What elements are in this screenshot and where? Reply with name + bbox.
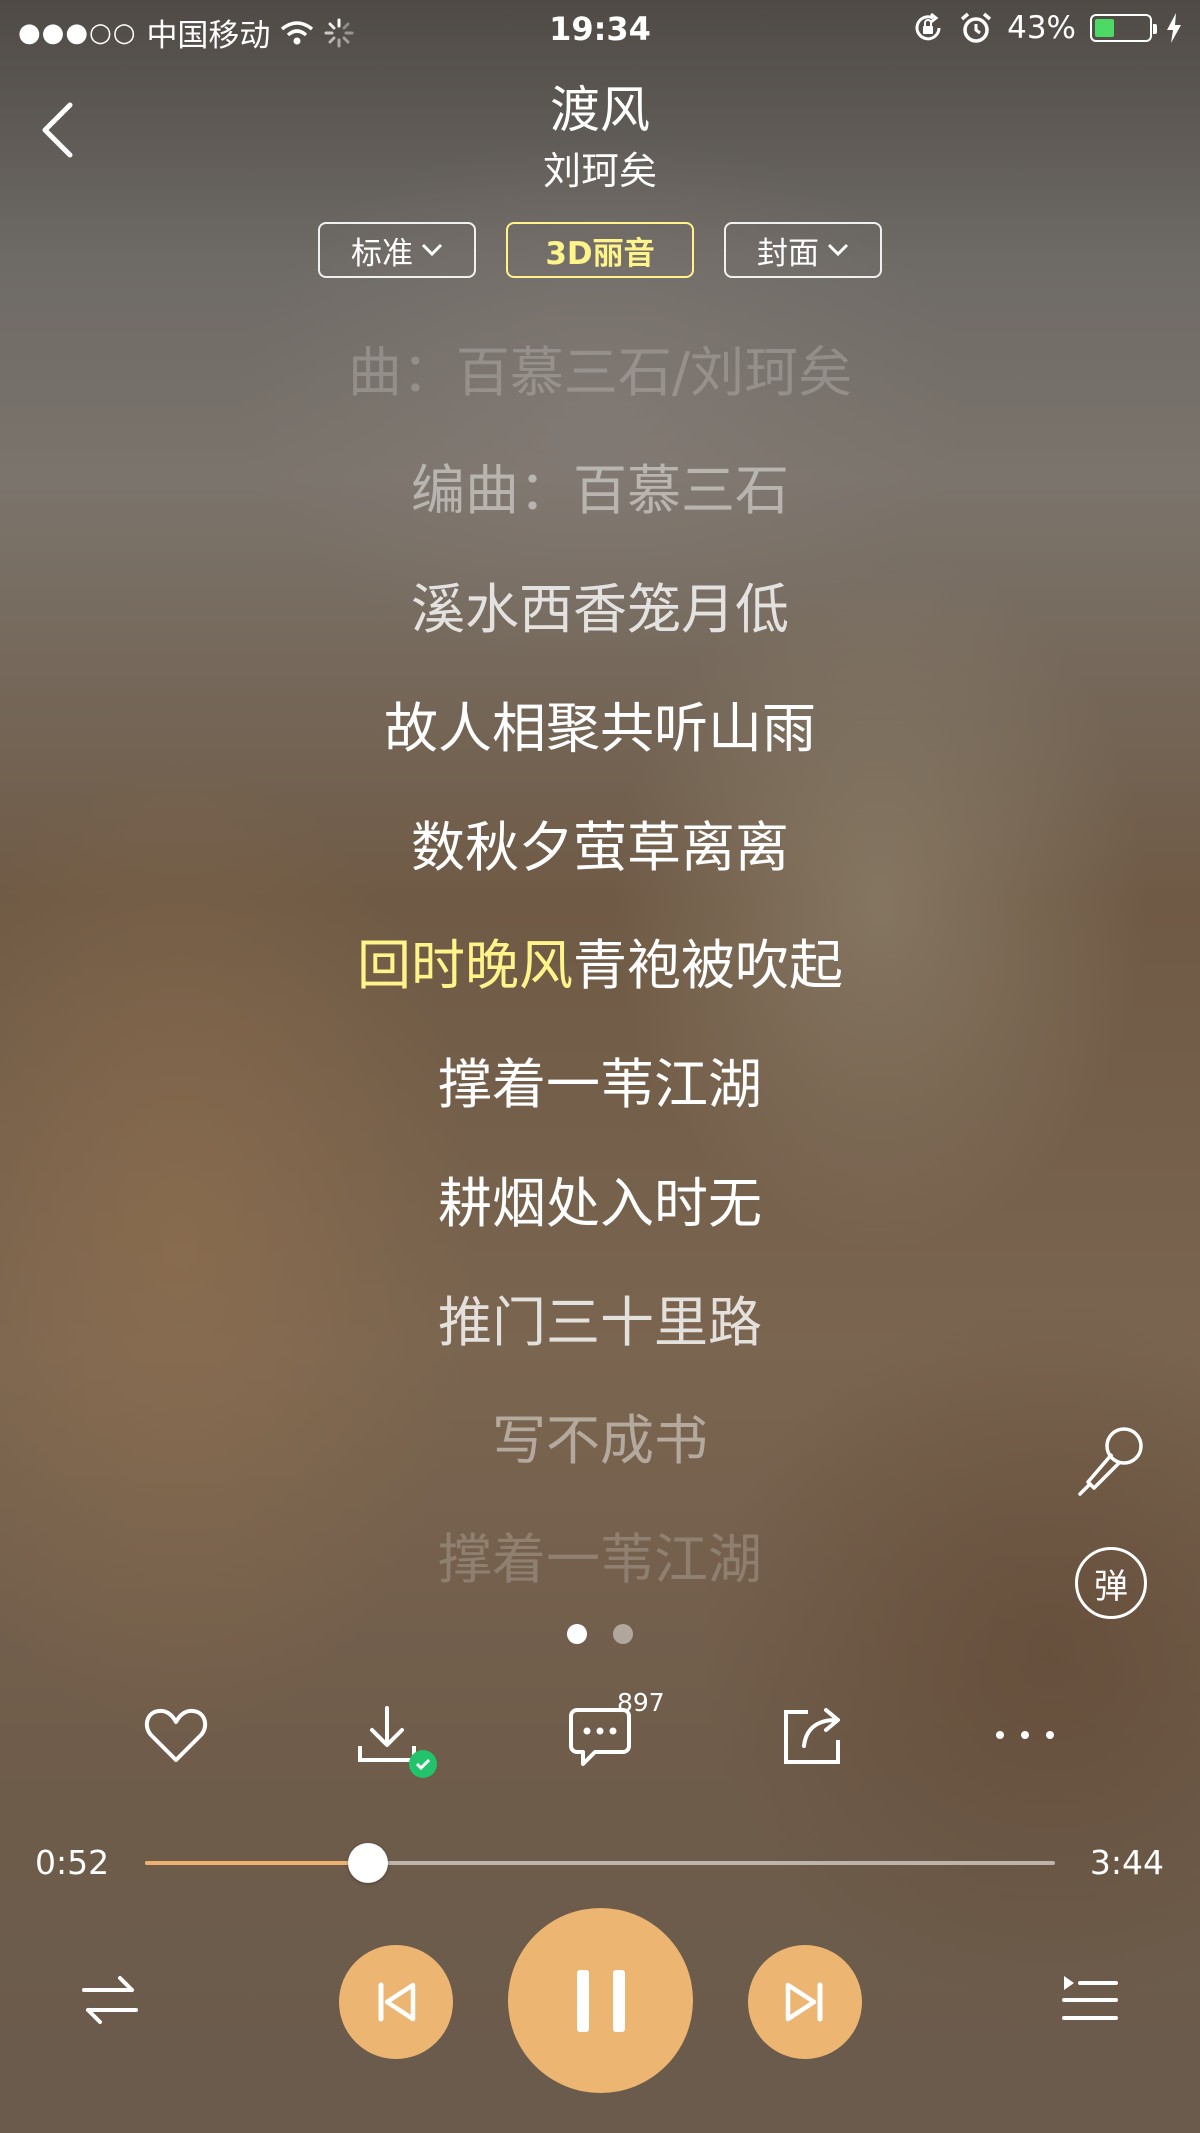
progress-bar[interactable] — [145, 1843, 1055, 1883]
chevron-down-icon — [421, 243, 443, 257]
cover-select[interactable]: 封面 — [724, 222, 882, 278]
microphone-icon[interactable] — [1072, 1418, 1152, 1498]
previous-button[interactable] — [339, 1945, 453, 2059]
heart-icon[interactable] — [141, 1700, 211, 1770]
shuffle-mode-icon[interactable] — [80, 1972, 140, 2028]
next-button[interactable] — [748, 1945, 862, 2059]
lyric-sung-part: 回时晚风 — [357, 934, 573, 997]
quality-select[interactable]: 标准 — [318, 222, 476, 278]
pause-icon — [576, 1969, 625, 2032]
mode-tabs: 标准 3D丽音 封面 — [0, 222, 1200, 278]
lyric-line: 撑着一苇江湖 — [438, 1053, 762, 1116]
playlist-icon[interactable] — [1060, 1972, 1120, 2028]
alarm-icon — [960, 12, 992, 43]
song-title: 渡风 — [550, 81, 650, 139]
quality-label: 标准 — [351, 235, 413, 272]
more-icon[interactable] — [990, 1700, 1060, 1770]
danmu-button[interactable]: 弹 — [1075, 1547, 1147, 1619]
lyric-line: 编曲：百慕三石 — [411, 459, 789, 522]
current-time: 0:52 — [35, 1843, 110, 1882]
status-bar: ●●●○○ 中国移动 19:34 43% — [0, 0, 1200, 60]
previous-icon — [378, 1982, 416, 2022]
pause-button[interactable] — [508, 1908, 693, 2093]
lyric-line: 故人相聚共听山雨 — [384, 697, 816, 760]
lyric-line: 曲：百慕三石/刘珂矣 — [347, 341, 853, 404]
current-lyric-line: 回时晚风青袍被吹起 — [0, 921, 1200, 1000]
lyric-unsung-part: 青袍被吹起 — [573, 934, 843, 997]
sound-effect-button[interactable]: 3D丽音 — [506, 222, 694, 278]
chevron-down-icon — [827, 243, 849, 257]
total-time: 3:44 — [1089, 1843, 1164, 1882]
next-icon — [785, 1982, 823, 2022]
lyric-line: 耕烟处入时无 — [438, 1172, 762, 1235]
lyric-line: 推门三十里路 — [438, 1291, 762, 1354]
lyric-line: 写不成书 — [492, 1409, 708, 1472]
page-indicator-active — [567, 1624, 587, 1644]
danmu-label: 弹 — [1094, 1566, 1128, 1607]
status-right: 43% — [911, 10, 1182, 46]
page-indicator[interactable] — [613, 1624, 633, 1644]
progress-handle[interactable] — [347, 1843, 388, 1883]
lyric-line: 溪水西香笼月低 — [411, 578, 789, 641]
battery-icon — [1090, 14, 1157, 42]
progress-fill — [145, 1861, 368, 1865]
comment-count: 897 — [617, 1688, 665, 1717]
lyric-line: 数秋夕萤草离离 — [411, 816, 789, 879]
downloaded-check-icon — [409, 1750, 437, 1778]
lyric-line: 撑着一苇江湖 — [438, 1528, 762, 1591]
song-artist[interactable]: 刘珂矣 — [0, 140, 1200, 195]
share-icon[interactable] — [778, 1700, 848, 1770]
cover-label: 封面 — [757, 235, 819, 272]
charging-icon — [1167, 13, 1181, 43]
battery-percent: 43% — [1007, 10, 1076, 46]
orientation-lock-icon — [915, 12, 941, 41]
battery-level — [1095, 19, 1114, 37]
sound-effect-label: 3D丽音 — [545, 235, 655, 272]
